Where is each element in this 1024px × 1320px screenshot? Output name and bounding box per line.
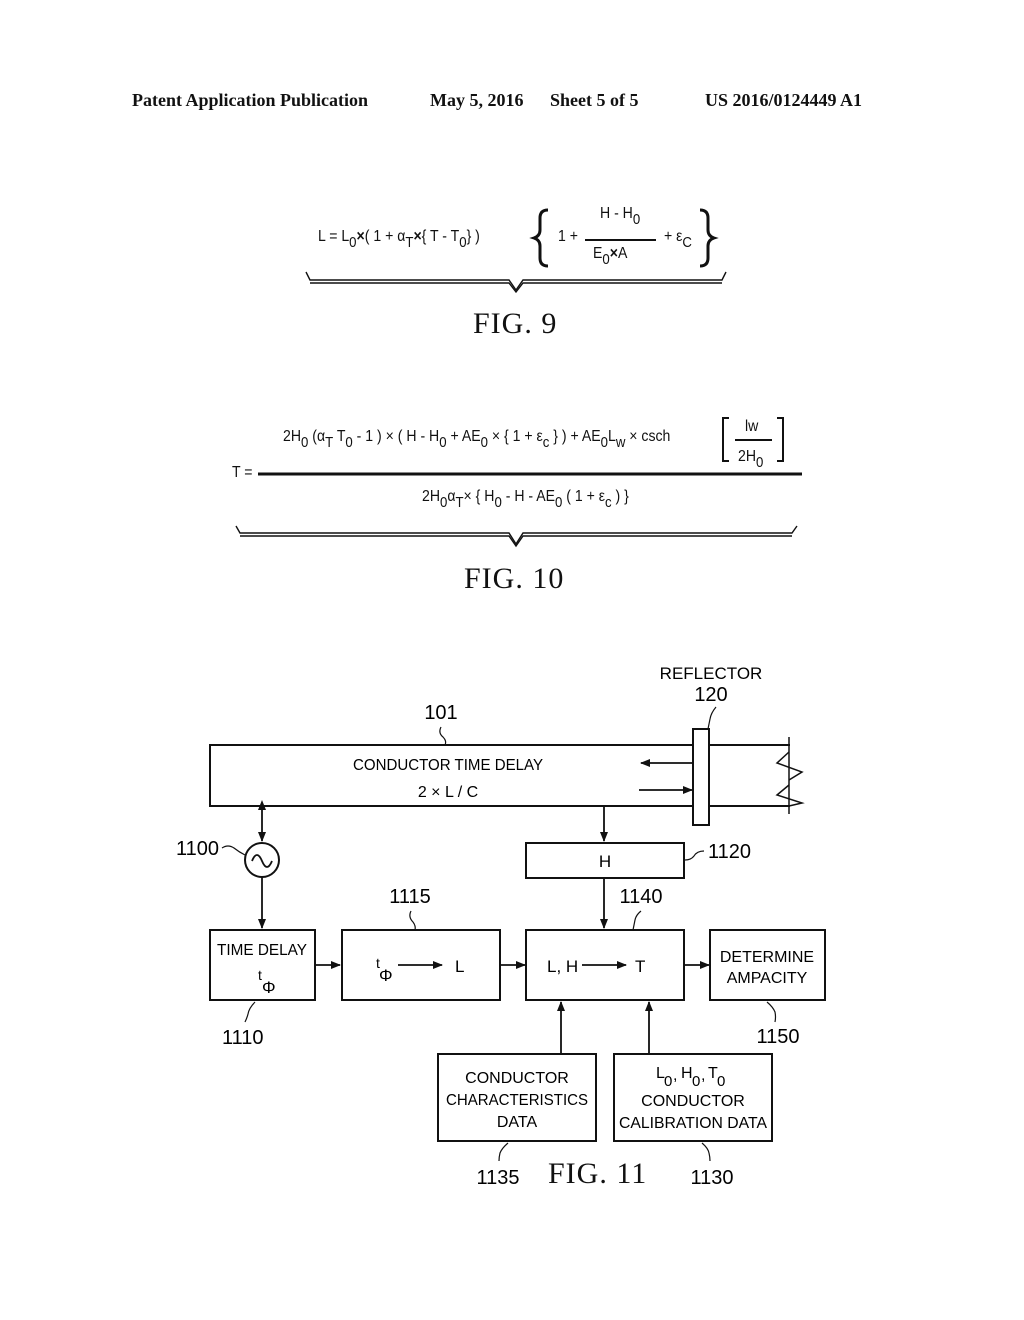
calibration-line2: CONDUCTOR	[641, 1093, 745, 1110]
height-H-label: H	[599, 852, 611, 871]
reflector-120	[692, 728, 710, 826]
fig10-left-bracket	[722, 417, 729, 462]
leader-1115	[409, 910, 416, 931]
fig10-label: FIG. 10	[464, 562, 565, 595]
conductor-label-line1: CONDUCTOR TIME DELAY	[353, 757, 543, 774]
fig9-right-brace	[699, 208, 719, 268]
ref-1100: 1100	[176, 838, 219, 860]
ref-1150: 1150	[756, 1026, 799, 1048]
ref-1115: 1115	[389, 886, 431, 908]
leader-1100	[221, 845, 246, 856]
time-delay-label: TIME DELAY	[217, 942, 307, 959]
leader-101	[439, 726, 447, 746]
characteristics-line1: CONDUCTOR	[465, 1070, 569, 1087]
param-sub: 0	[664, 1073, 672, 1090]
ref-120: 120	[694, 684, 727, 706]
convert-from-phi: Φ	[379, 966, 393, 985]
convert-to-L: L	[455, 957, 464, 976]
ref-1120: 1120	[708, 841, 751, 863]
leader-1130	[701, 1142, 711, 1162]
fig10-underbrace	[235, 525, 798, 548]
characteristics-line2: CHARACTERISTICS	[446, 1092, 588, 1109]
leader-120	[707, 706, 717, 730]
reflector-label: REFLECTOR	[660, 664, 763, 683]
leader-1135	[498, 1142, 509, 1162]
ampacity-line2: AMPACITY	[727, 970, 808, 987]
ref-101: 101	[424, 702, 457, 724]
param-sub: 0	[692, 1073, 700, 1090]
fig11-label: FIG. 11	[548, 1157, 648, 1190]
ref-1110: 1110	[222, 1027, 264, 1049]
leader-1150	[766, 1001, 777, 1023]
ref-1140: 1140	[619, 886, 662, 908]
calibration-line3: CALIBRATION DATA	[619, 1115, 767, 1132]
fig9-label: FIG. 9	[473, 307, 558, 340]
conductor-block: CONDUCTOR TIME DELAY 2 × L / C	[209, 737, 805, 814]
param-sub: 0	[717, 1073, 725, 1090]
ampacity-line1: DETERMINE	[720, 949, 814, 966]
t-phi-phi: Φ	[262, 978, 276, 997]
conductor-label-line2: 2 × L / C	[418, 784, 478, 801]
ref-1135: 1135	[476, 1167, 519, 1189]
leader-1110	[244, 1001, 256, 1023]
param-comma: ,	[673, 1067, 677, 1084]
ref-1130: 1130	[690, 1167, 733, 1189]
fig10-right-bracket	[777, 417, 784, 462]
compute-from-LH: L, H	[547, 957, 578, 976]
characteristics-line3: DATA	[497, 1114, 538, 1131]
fig9-left-brace	[529, 208, 549, 268]
fig9-underbrace	[305, 271, 727, 294]
param-H: H	[681, 1065, 693, 1082]
param-comma: ,	[701, 1067, 705, 1084]
drawing-canvas: CONDUCTOR TIME DELAY 2 × L / C 101 REFLE…	[176, 208, 826, 1189]
compute-to-T: T	[635, 957, 645, 976]
leader-1120	[684, 850, 705, 861]
leader-1140	[632, 910, 642, 931]
